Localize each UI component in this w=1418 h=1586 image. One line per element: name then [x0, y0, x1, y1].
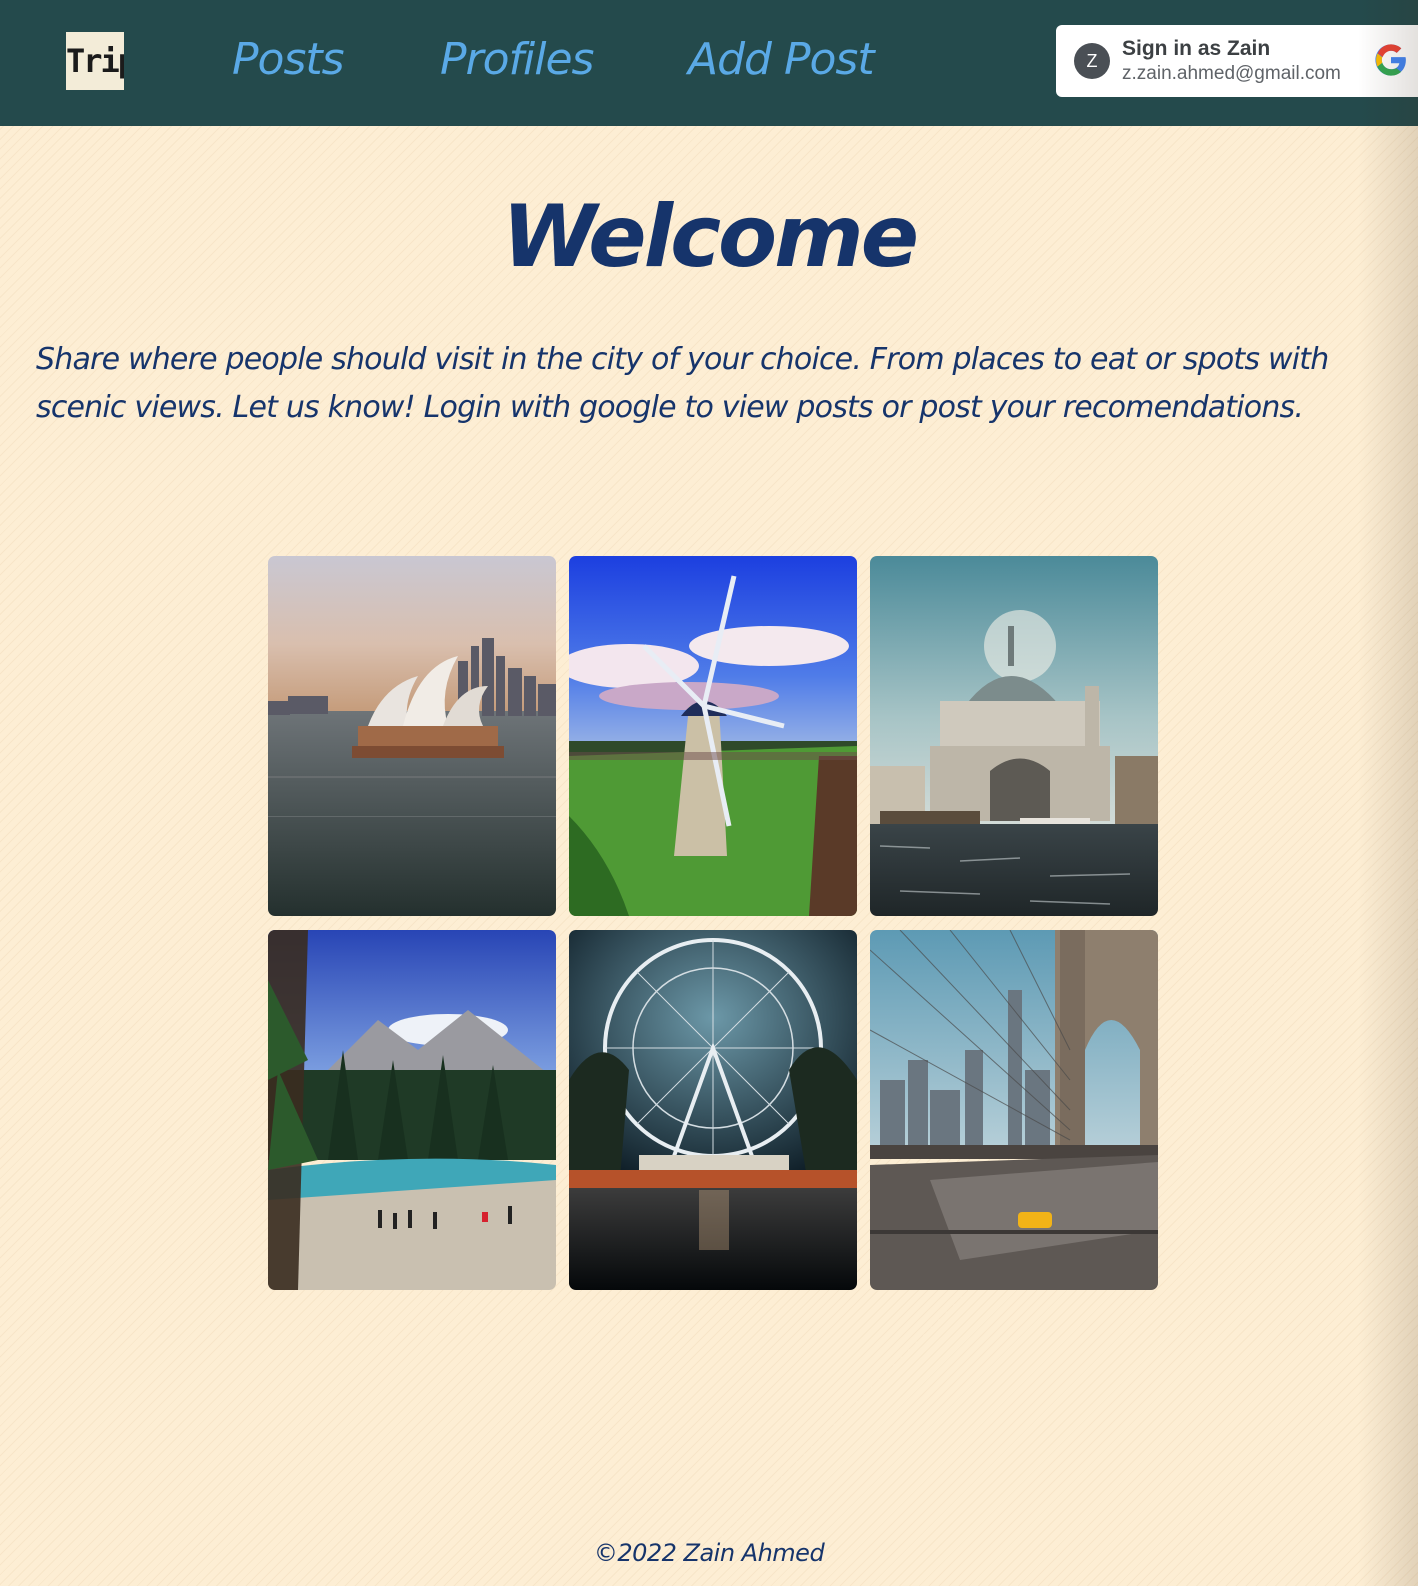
google-icon: [1375, 44, 1406, 76]
nav-link-add-post[interactable]: Add Post: [688, 30, 875, 90]
signin-email-label: z.zain.ahmed@gmail.com: [1122, 63, 1341, 84]
photo-windmill[interactable]: [569, 556, 857, 916]
top-navbar: Trip Posts Profiles Add Post Z Sign in a…: [0, 0, 1418, 126]
intro-text: Share where people should visit in the c…: [36, 342, 1329, 425]
photo-sydney-opera-house[interactable]: [268, 556, 556, 916]
page-title: Welcome: [501, 187, 919, 287]
photo-gallery: [268, 556, 1158, 1290]
photo-bridge-skyline[interactable]: [870, 930, 1158, 1290]
photo-basilica[interactable]: [870, 556, 1158, 916]
google-signin-button[interactable]: Z Sign in as Zain z.zain.ahmed@gmail.com: [1056, 25, 1418, 97]
nav-link-profiles[interactable]: Profiles: [440, 30, 594, 90]
signin-name-label: Sign in as Zain: [1122, 37, 1271, 60]
photo-ferris-wheel[interactable]: [569, 930, 857, 1290]
nav-link-posts[interactable]: Posts: [232, 30, 345, 90]
avatar: Z: [1074, 43, 1110, 79]
photo-mountain-river[interactable]: [268, 930, 556, 1290]
footer-copyright: ©2022 Zain Ahmed: [593, 1539, 825, 1567]
trip-logo[interactable]: Trip: [66, 32, 124, 90]
